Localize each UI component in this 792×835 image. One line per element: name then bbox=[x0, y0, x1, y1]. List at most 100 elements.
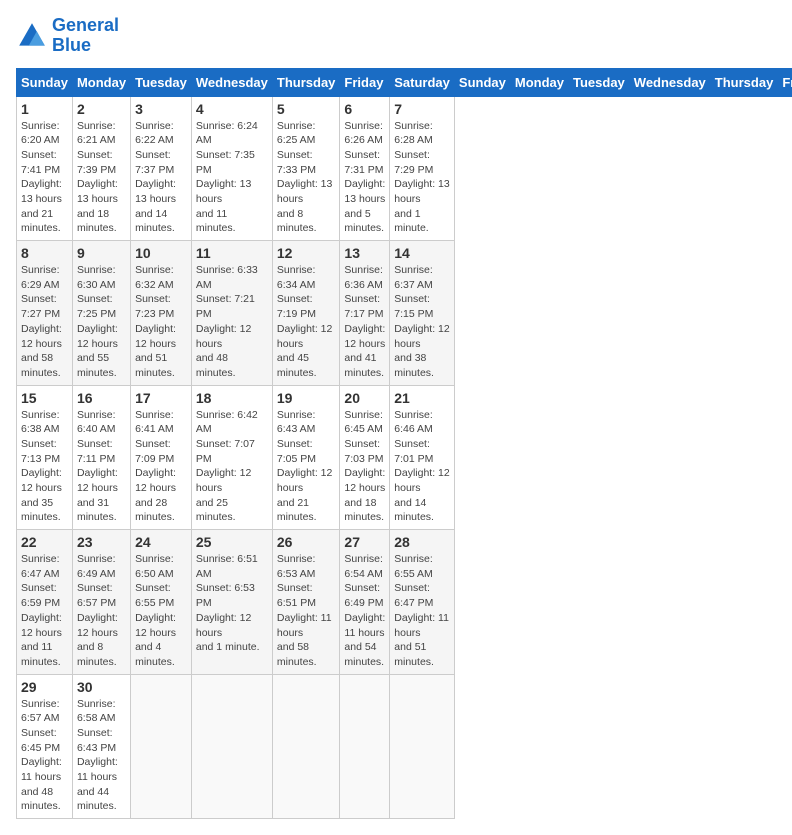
day-number: 14 bbox=[394, 245, 450, 261]
day-number: 20 bbox=[344, 390, 385, 406]
calendar-cell bbox=[131, 674, 192, 819]
calendar-cell: 25Sunrise: 6:51 AM Sunset: 6:53 PM Dayli… bbox=[191, 530, 272, 675]
weekday-header-tuesday: Tuesday bbox=[569, 68, 630, 96]
day-info: Sunrise: 6:36 AM Sunset: 7:17 PM Dayligh… bbox=[344, 263, 385, 381]
calendar-header-row: SundayMondayTuesdayWednesdayThursdayFrid… bbox=[17, 68, 792, 96]
day-info: Sunrise: 6:50 AM Sunset: 6:55 PM Dayligh… bbox=[135, 552, 187, 670]
day-info: Sunrise: 6:42 AM Sunset: 7:07 PM Dayligh… bbox=[196, 408, 268, 526]
day-info: Sunrise: 6:37 AM Sunset: 7:15 PM Dayligh… bbox=[394, 263, 450, 381]
day-number: 9 bbox=[77, 245, 126, 261]
calendar-table: SundayMondayTuesdayWednesdayThursdayFrid… bbox=[16, 68, 792, 820]
calendar-cell: 27 Sunrise: 6:54 AM Sunset: 6:49 PM Dayli… bbox=[340, 530, 390, 675]
day-info: Sunrise: 6:53 AM Sunset: 6:51 PM Dayligh… bbox=[277, 552, 336, 670]
day-number: 2 bbox=[77, 101, 126, 117]
calendar-cell: 13 Sunrise: 6:36 AM Sunset: 7:17 PM Dayli… bbox=[340, 241, 390, 386]
calendar-cell: 7 Sunrise: 6:28 AM Sunset: 7:29 PM Daylig… bbox=[390, 96, 455, 241]
day-number: 8 bbox=[21, 245, 68, 261]
calendar-cell: 28Sunrise: 6:55 AM Sunset: 6:47 PM Dayli… bbox=[390, 530, 455, 675]
day-info: Sunrise: 6:26 AM Sunset: 7:31 PM Dayligh… bbox=[344, 119, 385, 237]
day-number: 16 bbox=[77, 390, 126, 406]
day-info: Sunrise: 6:32 AM Sunset: 7:23 PM Dayligh… bbox=[135, 263, 187, 381]
calendar-cell: 9 Sunrise: 6:30 AM Sunset: 7:25 PM Daylig… bbox=[72, 241, 130, 386]
day-info: Sunrise: 6:54 AM Sunset: 6:49 PM Dayligh… bbox=[344, 552, 385, 670]
day-number: 24 bbox=[135, 534, 187, 550]
calendar-cell bbox=[340, 674, 390, 819]
weekday-header-friday: Friday bbox=[778, 68, 792, 96]
day-number: 27 bbox=[344, 534, 385, 550]
calendar-cell: 8 Sunrise: 6:29 AM Sunset: 7:27 PM Daylig… bbox=[17, 241, 73, 386]
day-number: 11 bbox=[196, 245, 268, 261]
day-info: Sunrise: 6:41 AM Sunset: 7:09 PM Dayligh… bbox=[135, 408, 187, 526]
day-info: Sunrise: 6:38 AM Sunset: 7:13 PM Dayligh… bbox=[21, 408, 68, 526]
weekday-header-thursday: Thursday bbox=[272, 68, 340, 96]
day-number: 5 bbox=[277, 101, 336, 117]
day-info: Sunrise: 6:29 AM Sunset: 7:27 PM Dayligh… bbox=[21, 263, 68, 381]
day-number: 1 bbox=[21, 101, 68, 117]
day-info: Sunrise: 6:28 AM Sunset: 7:29 PM Dayligh… bbox=[394, 119, 450, 237]
calendar-cell: 19 Sunrise: 6:43 AM Sunset: 7:05 PM Dayli… bbox=[272, 385, 340, 530]
calendar-cell: 20 Sunrise: 6:45 AM Sunset: 7:03 PM Dayli… bbox=[340, 385, 390, 530]
day-info: Sunrise: 6:46 AM Sunset: 7:01 PM Dayligh… bbox=[394, 408, 450, 526]
calendar-cell: 11 Sunrise: 6:33 AM Sunset: 7:21 PM Dayli… bbox=[191, 241, 272, 386]
calendar-cell: 12 Sunrise: 6:34 AM Sunset: 7:19 PM Dayli… bbox=[272, 241, 340, 386]
calendar-cell: 14 Sunrise: 6:37 AM Sunset: 7:15 PM Dayli… bbox=[390, 241, 455, 386]
day-info: Sunrise: 6:58 AM Sunset: 6:43 PM Dayligh… bbox=[77, 697, 126, 815]
day-number: 22 bbox=[21, 534, 68, 550]
day-info: Sunrise: 6:20 AM Sunset: 7:41 PM Dayligh… bbox=[21, 119, 68, 237]
weekday-header-tuesday: Tuesday bbox=[131, 68, 192, 96]
calendar-cell: 4 Sunrise: 6:24 AM Sunset: 7:35 PM Daylig… bbox=[191, 96, 272, 241]
calendar-cell: 23Sunrise: 6:49 AM Sunset: 6:57 PM Dayli… bbox=[72, 530, 130, 675]
logo-text: General Blue bbox=[52, 16, 119, 56]
calendar-cell: 10 Sunrise: 6:32 AM Sunset: 7:23 PM Dayli… bbox=[131, 241, 192, 386]
calendar-week-1: 1 Sunrise: 6:20 AM Sunset: 7:41 PM Daylig… bbox=[17, 96, 792, 241]
day-info: Sunrise: 6:47 AM Sunset: 6:59 PM Dayligh… bbox=[21, 552, 68, 670]
calendar-week-4: 22 Sunrise: 6:47 AM Sunset: 6:59 PM Dayli… bbox=[17, 530, 792, 675]
day-number: 30 bbox=[77, 679, 126, 695]
day-number: 23 bbox=[77, 534, 126, 550]
calendar-cell: 29 Sunrise: 6:57 AM Sunset: 6:45 PM Dayli… bbox=[17, 674, 73, 819]
day-number: 13 bbox=[344, 245, 385, 261]
day-number: 29 bbox=[21, 679, 68, 695]
page-header: General Blue bbox=[16, 16, 776, 56]
day-info: Sunrise: 6:45 AM Sunset: 7:03 PM Dayligh… bbox=[344, 408, 385, 526]
calendar-cell bbox=[390, 674, 455, 819]
day-number: 3 bbox=[135, 101, 187, 117]
calendar-cell: 18Sunrise: 6:42 AM Sunset: 7:07 PM Dayli… bbox=[191, 385, 272, 530]
calendar-week-2: 8 Sunrise: 6:29 AM Sunset: 7:27 PM Daylig… bbox=[17, 241, 792, 386]
day-number: 7 bbox=[394, 101, 450, 117]
calendar-cell: 21 Sunrise: 6:46 AM Sunset: 7:01 PM Dayli… bbox=[390, 385, 455, 530]
calendar-cell: 26Sunrise: 6:53 AM Sunset: 6:51 PM Dayli… bbox=[272, 530, 340, 675]
day-number: 4 bbox=[196, 101, 268, 117]
calendar-cell: 6Sunrise: 6:26 AM Sunset: 7:31 PM Daylig… bbox=[340, 96, 390, 241]
calendar-cell bbox=[272, 674, 340, 819]
calendar-week-5: 29 Sunrise: 6:57 AM Sunset: 6:45 PM Dayli… bbox=[17, 674, 792, 819]
day-info: Sunrise: 6:30 AM Sunset: 7:25 PM Dayligh… bbox=[77, 263, 126, 381]
day-info: Sunrise: 6:24 AM Sunset: 7:35 PM Dayligh… bbox=[196, 119, 268, 237]
day-info: Sunrise: 6:43 AM Sunset: 7:05 PM Dayligh… bbox=[277, 408, 336, 526]
day-info: Sunrise: 6:34 AM Sunset: 7:19 PM Dayligh… bbox=[277, 263, 336, 381]
day-number: 17 bbox=[135, 390, 187, 406]
day-number: 12 bbox=[277, 245, 336, 261]
calendar-cell: 1 Sunrise: 6:20 AM Sunset: 7:41 PM Daylig… bbox=[17, 96, 73, 241]
day-number: 10 bbox=[135, 245, 187, 261]
day-info: Sunrise: 6:40 AM Sunset: 7:11 PM Dayligh… bbox=[77, 408, 126, 526]
day-info: Sunrise: 6:55 AM Sunset: 6:47 PM Dayligh… bbox=[394, 552, 450, 670]
calendar-cell: 30 Sunrise: 6:58 AM Sunset: 6:43 PM Dayli… bbox=[72, 674, 130, 819]
day-info: Sunrise: 6:22 AM Sunset: 7:37 PM Dayligh… bbox=[135, 119, 187, 237]
day-info: Sunrise: 6:57 AM Sunset: 6:45 PM Dayligh… bbox=[21, 697, 68, 815]
weekday-header-wednesday: Wednesday bbox=[629, 68, 710, 96]
calendar-cell: 5 Sunrise: 6:25 AM Sunset: 7:33 PM Daylig… bbox=[272, 96, 340, 241]
weekday-header-monday: Monday bbox=[72, 68, 130, 96]
calendar-cell: 24 Sunrise: 6:50 AM Sunset: 6:55 PM Dayli… bbox=[131, 530, 192, 675]
day-info: Sunrise: 6:33 AM Sunset: 7:21 PM Dayligh… bbox=[196, 263, 268, 381]
weekday-header-saturday: Saturday bbox=[390, 68, 455, 96]
calendar-cell: 2Sunrise: 6:21 AM Sunset: 7:39 PM Daylig… bbox=[72, 96, 130, 241]
calendar-cell: 22 Sunrise: 6:47 AM Sunset: 6:59 PM Dayli… bbox=[17, 530, 73, 675]
day-number: 19 bbox=[277, 390, 336, 406]
weekday-header-sunday: Sunday bbox=[17, 68, 73, 96]
calendar-week-3: 15Sunrise: 6:38 AM Sunset: 7:13 PM Dayli… bbox=[17, 385, 792, 530]
day-number: 21 bbox=[394, 390, 450, 406]
weekday-header-friday: Friday bbox=[340, 68, 390, 96]
day-info: Sunrise: 6:25 AM Sunset: 7:33 PM Dayligh… bbox=[277, 119, 336, 237]
weekday-header-thursday: Thursday bbox=[710, 68, 778, 96]
